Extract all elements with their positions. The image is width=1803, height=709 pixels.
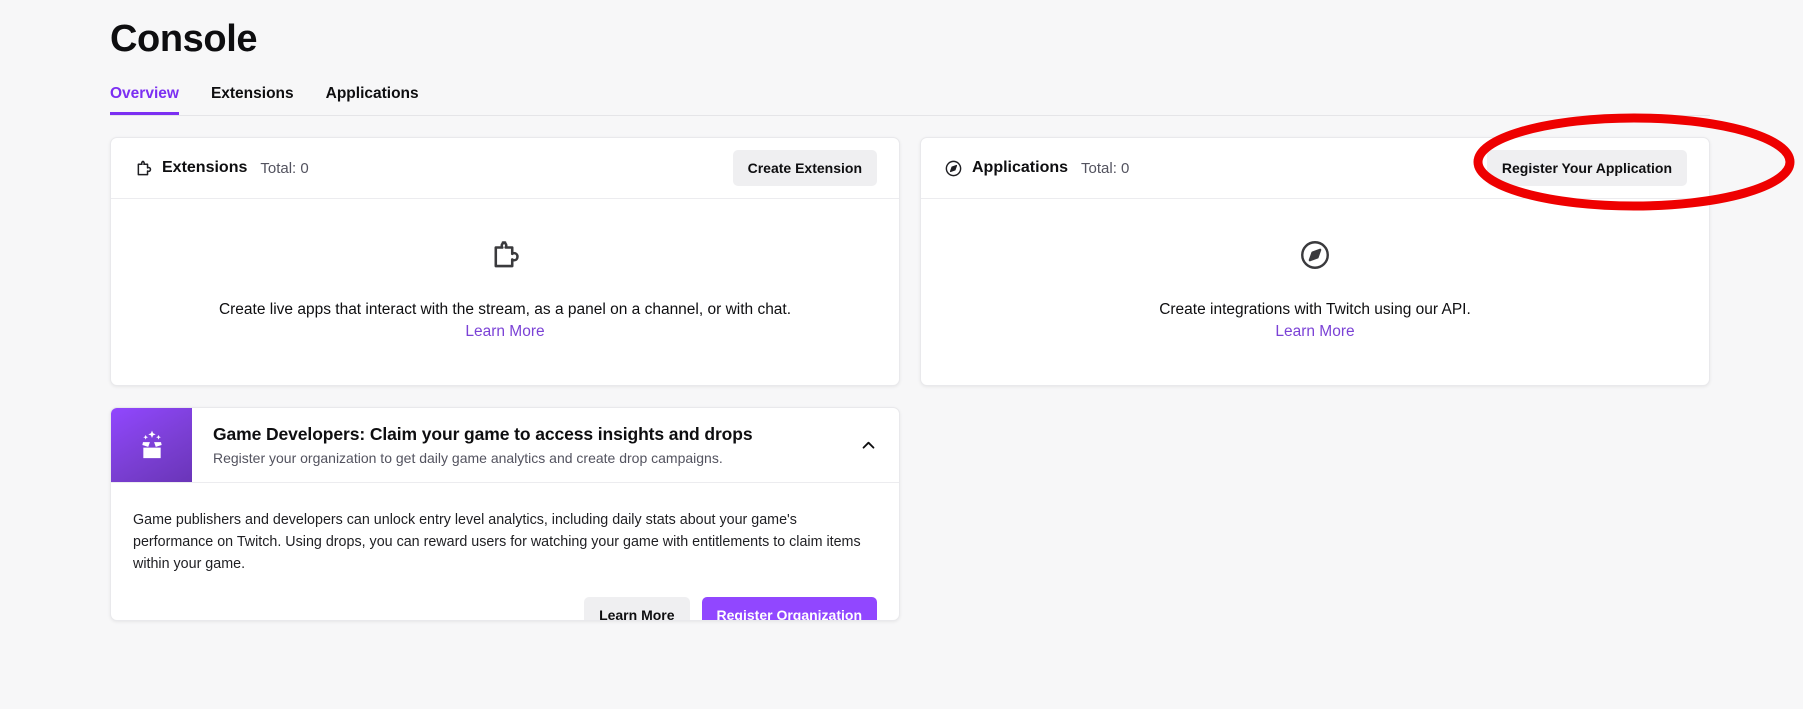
tab-overview[interactable]: Overview — [110, 84, 179, 115]
tab-applications[interactable]: Applications — [326, 84, 419, 115]
extensions-learn-more-link[interactable]: Learn More — [465, 323, 544, 341]
tab-extensions[interactable]: Extensions — [211, 84, 294, 115]
applications-card-body: Create integrations with Twitch using ou… — [921, 199, 1709, 386]
puzzle-piece-icon — [133, 158, 153, 178]
applications-card-title: Applications — [972, 159, 1068, 177]
extensions-empty-text: Create live apps that interact with the … — [219, 299, 791, 320]
applications-card: Applications Total: 0 Register Your Appl… — [920, 137, 1710, 386]
extensions-total: Total: 0 — [260, 160, 308, 177]
promo-header: Game Developers: Claim your game to acce… — [111, 408, 899, 483]
promo-actions: Learn More Register Organization — [111, 575, 899, 621]
compass-icon — [943, 158, 963, 178]
promo-learn-more-button[interactable]: Learn More — [584, 597, 689, 621]
applications-total: Total: 0 — [1081, 160, 1129, 177]
extensions-card-title: Extensions — [162, 159, 247, 177]
extensions-card-header: Extensions Total: 0 Create Extension — [111, 138, 899, 199]
console-page: Console Overview Extensions Applications… — [0, 0, 1803, 709]
applications-empty-text: Create integrations with Twitch using ou… — [1159, 299, 1471, 320]
register-organization-button[interactable]: Register Organization — [702, 597, 877, 621]
puzzle-piece-icon — [488, 238, 522, 277]
promo-texts: Game Developers: Claim your game to acce… — [192, 408, 837, 482]
tab-bar: Overview Extensions Applications — [110, 84, 1710, 116]
create-extension-button[interactable]: Create Extension — [733, 150, 877, 186]
chevron-up-icon[interactable] — [837, 408, 899, 482]
promo-title: Game Developers: Claim your game to acce… — [213, 424, 837, 445]
register-your-application-button[interactable]: Register Your Application — [1487, 150, 1687, 186]
game-developers-promo-card: Game Developers: Claim your game to acce… — [110, 407, 900, 621]
extensions-card: Extensions Total: 0 Create Extension Cre… — [110, 137, 900, 386]
applications-card-header: Applications Total: 0 Register Your Appl… — [921, 138, 1709, 199]
compass-icon — [1298, 238, 1332, 277]
extensions-card-body: Create live apps that interact with the … — [111, 199, 899, 386]
promo-body: Game publishers and developers can unloc… — [111, 483, 899, 575]
open-box-sparkles-icon — [111, 408, 192, 482]
applications-learn-more-link[interactable]: Learn More — [1275, 323, 1354, 341]
promo-body-text: Game publishers and developers can unloc… — [133, 509, 877, 575]
promo-subtitle: Register your organization to get daily … — [213, 450, 837, 466]
page-title: Console — [110, 18, 257, 61]
